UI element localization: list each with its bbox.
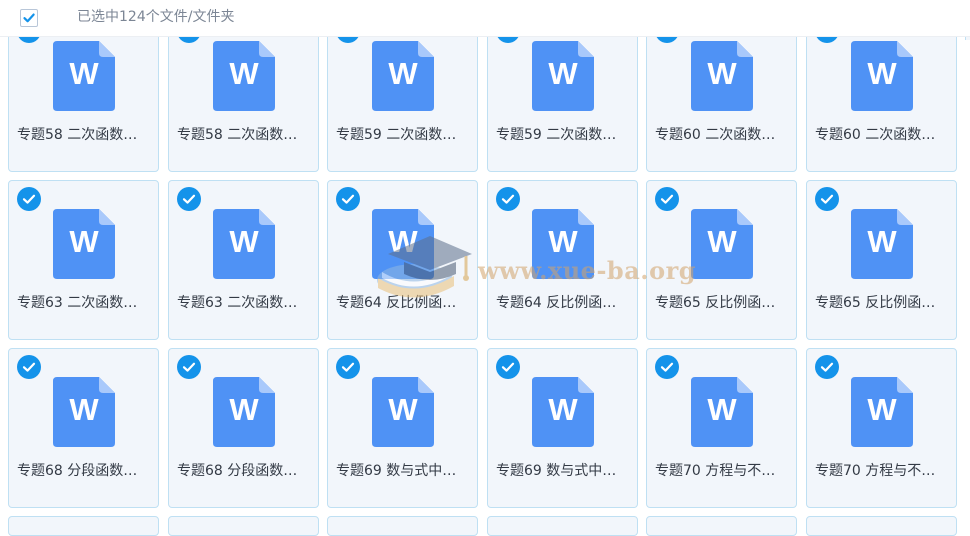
- word-file-icon: W: [532, 209, 594, 279]
- selected-check-icon[interactable]: [655, 187, 679, 211]
- file-name: 专题68 分段函数…: [17, 463, 138, 479]
- file-name: 专题70 方程与不…: [815, 463, 936, 479]
- word-letter: W: [548, 56, 578, 91]
- file-card[interactable]: W 专题63 二次函数…: [168, 180, 319, 340]
- word-letter: W: [867, 392, 897, 427]
- selected-check-icon[interactable]: [815, 355, 839, 379]
- file-name: 专题68 分段函数…: [177, 463, 298, 479]
- word-file-icon: W: [532, 41, 594, 111]
- file-name: 专题59 二次函数…: [496, 127, 617, 143]
- word-letter: W: [388, 56, 418, 91]
- file-card-partial[interactable]: [646, 516, 797, 536]
- word-letter: W: [388, 392, 418, 427]
- word-file-icon: W: [372, 41, 434, 111]
- word-file-icon: W: [851, 377, 913, 447]
- file-card-partial[interactable]: [487, 516, 638, 536]
- file-card[interactable]: W 专题64 反比例函…: [327, 180, 478, 340]
- file-name: 专题58 二次函数…: [177, 127, 298, 143]
- file-card[interactable]: W 专题68 分段函数…: [168, 348, 319, 508]
- file-card-partial[interactable]: [806, 516, 957, 536]
- word-file-icon: W: [53, 209, 115, 279]
- file-card[interactable]: W 专题64 反比例函…: [487, 180, 638, 340]
- file-name: 专题70 方程与不…: [655, 463, 776, 479]
- selected-check-icon[interactable]: [17, 187, 41, 211]
- word-letter: W: [229, 56, 259, 91]
- word-file-icon: W: [53, 41, 115, 111]
- word-file-icon: W: [851, 209, 913, 279]
- word-letter: W: [69, 392, 99, 427]
- file-name: 专题64 反比例函…: [336, 295, 457, 311]
- selected-check-icon[interactable]: [336, 355, 360, 379]
- file-name: 专题65 反比例函…: [655, 295, 776, 311]
- selection-toolbar: 已选中124个文件/文件夹: [0, 0, 970, 37]
- file-name: 专题60 二次函数…: [815, 127, 936, 143]
- file-card[interactable]: W 专题70 方程与不…: [646, 348, 797, 508]
- file-name: 专题63 二次函数…: [17, 295, 138, 311]
- file-name: 专题58 二次函数…: [17, 127, 138, 143]
- selected-check-icon[interactable]: [177, 355, 201, 379]
- file-card[interactable]: W 专题65 反比例函…: [646, 180, 797, 340]
- file-card-partial[interactable]: [168, 516, 319, 536]
- file-name: 专题65 反比例函…: [815, 295, 936, 311]
- file-card[interactable]: W 专题70 方程与不…: [806, 348, 957, 508]
- word-letter: W: [707, 224, 737, 259]
- word-file-icon: W: [691, 41, 753, 111]
- file-card[interactable]: W 专题68 分段函数…: [8, 348, 159, 508]
- checkmark-icon: [23, 13, 35, 23]
- word-file-icon: W: [691, 377, 753, 447]
- file-card[interactable]: W 专题63 二次函数…: [8, 180, 159, 340]
- word-file-icon: W: [213, 209, 275, 279]
- file-card-partial[interactable]: [327, 516, 478, 536]
- scrollbar-track[interactable]: [964, 40, 970, 519]
- word-file-icon: W: [213, 41, 275, 111]
- word-letter: W: [69, 224, 99, 259]
- file-name: 专题64 反比例函…: [496, 295, 617, 311]
- word-letter: W: [867, 224, 897, 259]
- file-card[interactable]: W 专题65 反比例函…: [806, 180, 957, 340]
- file-grid: W 专题58 二次函数… W 专题58 二次函数… W 专题59 二次函数… W 专题59 二…: [0, 0, 970, 536]
- word-file-icon: W: [691, 209, 753, 279]
- file-name: 专题60 二次函数…: [655, 127, 776, 143]
- file-name: 专题69 数与式中…: [496, 463, 617, 479]
- word-file-icon: W: [372, 377, 434, 447]
- file-card[interactable]: W 专题69 数与式中…: [487, 348, 638, 508]
- selected-check-icon[interactable]: [496, 355, 520, 379]
- word-letter: W: [229, 392, 259, 427]
- word-letter: W: [707, 392, 737, 427]
- select-all-checkbox[interactable]: [20, 9, 38, 27]
- selected-check-icon[interactable]: [655, 355, 679, 379]
- word-letter: W: [229, 224, 259, 259]
- word-file-icon: W: [53, 377, 115, 447]
- word-file-icon: W: [532, 377, 594, 447]
- selected-check-icon[interactable]: [815, 187, 839, 211]
- word-file-icon: W: [372, 209, 434, 279]
- word-letter: W: [548, 392, 578, 427]
- word-letter: W: [388, 224, 418, 259]
- selected-check-icon[interactable]: [496, 187, 520, 211]
- selected-check-icon[interactable]: [336, 187, 360, 211]
- word-letter: W: [69, 56, 99, 91]
- selected-check-icon[interactable]: [17, 355, 41, 379]
- word-letter: W: [867, 56, 897, 91]
- file-card[interactable]: W 专题69 数与式中…: [327, 348, 478, 508]
- file-name: 专题63 二次函数…: [177, 295, 298, 311]
- word-file-icon: W: [851, 41, 913, 111]
- file-card-partial[interactable]: [8, 516, 159, 536]
- word-letter: W: [548, 224, 578, 259]
- word-file-icon: W: [213, 377, 275, 447]
- file-name: 专题69 数与式中…: [336, 463, 457, 479]
- selected-check-icon[interactable]: [177, 187, 201, 211]
- file-name: 专题59 二次函数…: [336, 127, 457, 143]
- word-letter: W: [707, 56, 737, 91]
- selection-count-text: 已选中124个文件/文件夹: [77, 9, 235, 25]
